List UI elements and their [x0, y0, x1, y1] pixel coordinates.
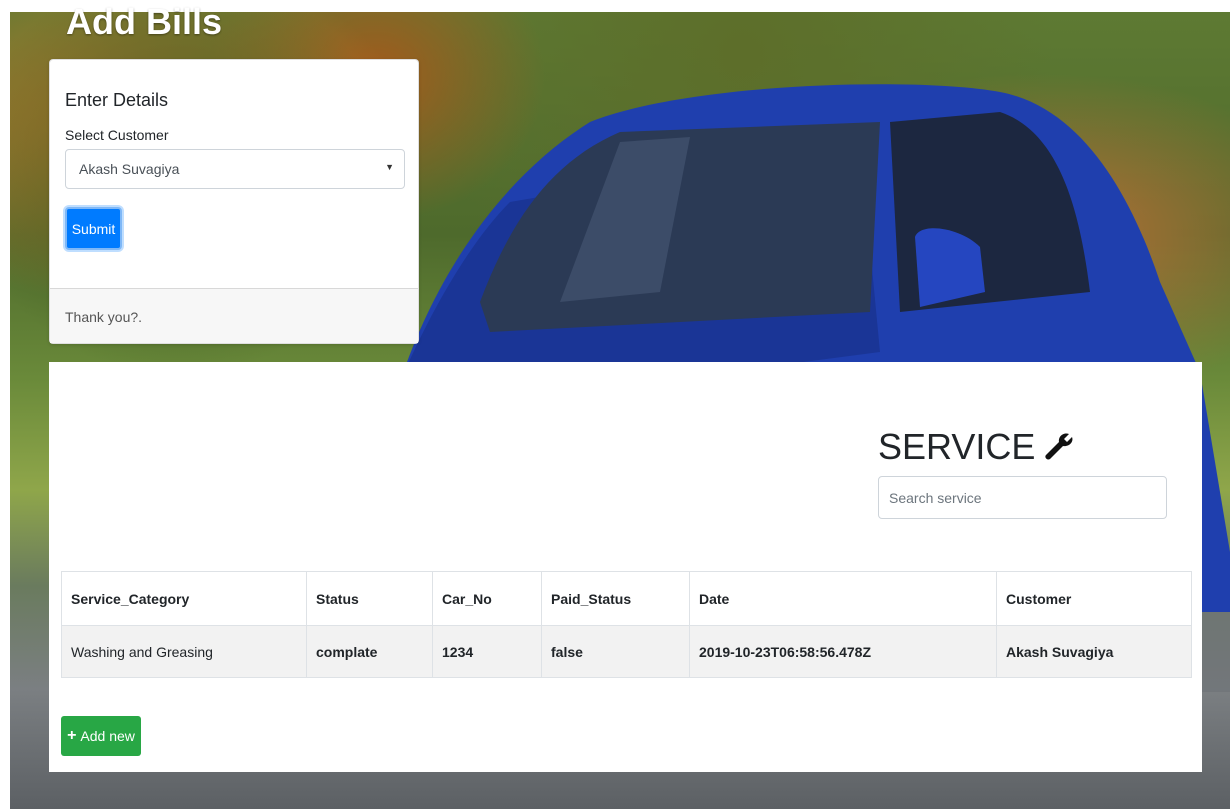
- table-cell: Akash Suvagiya: [996, 625, 1192, 678]
- enter-details-card: Enter Details Select Customer Akash Suva…: [49, 59, 419, 344]
- page-title: Add Bills: [66, 4, 223, 40]
- column-header[interactable]: Car_No: [432, 571, 542, 626]
- column-header[interactable]: Date: [689, 571, 997, 626]
- table-cell: complate: [306, 625, 433, 678]
- table-cell: 2019-10-23T06:58:56.478Z: [689, 625, 997, 678]
- service-heading: SERVICE: [878, 427, 1075, 467]
- card-title: Enter Details: [65, 90, 169, 110]
- customer-label: Select Customer: [65, 127, 169, 143]
- wrench-icon: [1045, 433, 1073, 460]
- customer-select[interactable]: Akash Suvagiya ▼: [65, 149, 405, 189]
- search-service-input[interactable]: [878, 476, 1167, 519]
- column-header[interactable]: Paid_Status: [541, 571, 690, 626]
- add-new-button[interactable]: + Add new: [61, 716, 141, 756]
- service-title: SERVICE: [878, 426, 1036, 467]
- submit-button[interactable]: Submit: [65, 207, 122, 250]
- plus-icon: +: [67, 727, 77, 744]
- table-row[interactable]: Washing and Greasing complate 1234 false…: [61, 625, 1192, 678]
- table-cell: false: [541, 625, 690, 678]
- caret-down-icon: ▼: [385, 162, 394, 172]
- customer-select-value: Akash Suvagiya: [79, 161, 180, 177]
- column-header[interactable]: Customer: [996, 571, 1192, 626]
- service-panel: SERVICE Service_Category Status Car_No P…: [49, 362, 1202, 772]
- card-footer: Thank you?.: [50, 288, 418, 343]
- table-header-row: Service_Category Status Car_No Paid_Stat…: [61, 571, 1192, 626]
- column-header[interactable]: Status: [306, 571, 433, 626]
- table-cell: 1234: [432, 625, 542, 678]
- table-cell: Washing and Greasing: [61, 625, 307, 678]
- service-table: Service_Category Status Car_No Paid_Stat…: [61, 571, 1192, 678]
- add-new-label: Add new: [80, 728, 135, 744]
- column-header[interactable]: Service_Category: [61, 571, 307, 626]
